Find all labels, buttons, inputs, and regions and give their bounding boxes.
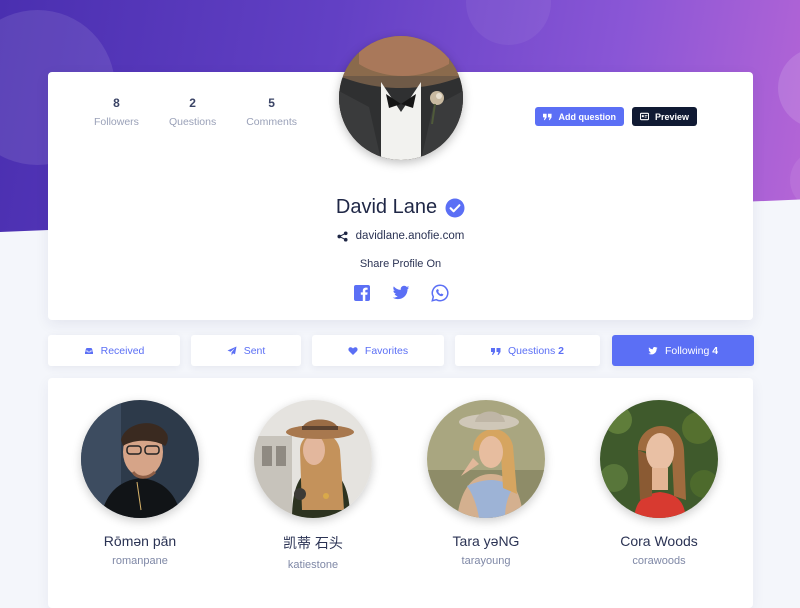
facebook-icon[interactable] — [353, 284, 371, 302]
stat-followers[interactable]: 8 Followers — [94, 96, 139, 128]
share-icon — [337, 230, 348, 242]
tab-count: 2 — [558, 344, 565, 357]
preview-label: Preview — [654, 111, 689, 122]
user-name[interactable]: Rōmən pān — [65, 533, 215, 549]
following-user-card[interactable]: Tara yəNG tarayoung — [411, 400, 561, 567]
stat-comments[interactable]: 5 Comments — [246, 96, 297, 128]
verified-badge-icon — [445, 198, 465, 217]
twitter-icon — [648, 346, 658, 354]
tab-questions[interactable]: Questions 2 — [455, 335, 600, 366]
user-photo — [254, 400, 372, 518]
user-handle: romanpane — [112, 555, 168, 567]
stat-label: Questions — [168, 116, 217, 128]
profile-url-row[interactable]: davidlane.anofie.com — [48, 230, 753, 242]
profile-name-row: David Lane — [48, 196, 753, 219]
stat-value: 8 — [113, 96, 120, 110]
profile-name: David Lane — [335, 196, 438, 218]
tab-label: Favorites — [364, 344, 409, 357]
avatar[interactable] — [81, 400, 199, 518]
profile-tabs: Received Sent Favorites Questions 2 Foll… — [48, 335, 754, 366]
inbox-icon — [84, 347, 93, 354]
share-profile-label: Share Profile On — [359, 258, 442, 270]
profile-actions: Add question Preview — [535, 107, 697, 126]
tab-label: Sent — [243, 344, 266, 357]
stat-label: Followers — [94, 116, 139, 128]
tab-favorites[interactable]: Favorites — [312, 335, 444, 366]
tab-received[interactable]: Received — [48, 335, 180, 366]
stat-value: 5 — [268, 96, 275, 110]
following-user-card[interactable]: 凯蒂 石头 katiestone — [238, 400, 388, 571]
stat-questions[interactable]: 2 Questions — [169, 96, 216, 128]
tab-sent[interactable]: Sent — [191, 335, 301, 366]
tab-label: Following — [664, 344, 710, 357]
quote-icon — [490, 347, 501, 355]
user-photo — [81, 400, 199, 518]
twitter-icon[interactable] — [392, 284, 410, 302]
tab-following[interactable]: Following 4 — [612, 335, 754, 366]
avatar[interactable] — [254, 400, 372, 518]
id-card-icon — [639, 112, 649, 121]
user-name[interactable]: 凯蒂 石头 — [238, 533, 388, 553]
following-user-card[interactable]: Rōmən pān romanpane — [65, 400, 215, 567]
tab-label: Received — [100, 344, 145, 357]
heart-icon — [348, 346, 358, 355]
user-photo — [427, 400, 545, 518]
add-question-label: Add question — [558, 111, 616, 122]
decorative-circle — [790, 150, 800, 210]
profile-avatar[interactable] — [339, 36, 463, 160]
user-handle: corawoods — [632, 555, 686, 567]
profile-photo — [339, 36, 463, 160]
whatsapp-icon[interactable] — [430, 284, 449, 302]
user-name[interactable]: Tara yəNG — [411, 533, 561, 549]
decorative-circle — [466, 0, 551, 45]
following-list: Rōmən pān romanpane 凯蒂 石头 katiestone Tar… — [48, 378, 753, 608]
stat-value: 2 — [189, 96, 196, 110]
quote-icon — [543, 113, 553, 121]
avatar[interactable] — [600, 400, 718, 518]
paper-plane-icon — [227, 346, 237, 355]
profile-stats: 8 Followers 2 Questions 5 Comments — [94, 96, 297, 128]
user-handle: tarayoung — [461, 555, 511, 567]
decorative-circle — [778, 48, 800, 128]
profile-url[interactable]: davidlane.anofie.com — [356, 230, 465, 242]
user-handle: katiestone — [287, 559, 339, 571]
add-question-button[interactable]: Add question — [535, 107, 624, 126]
share-buttons — [48, 284, 753, 302]
avatar[interactable] — [427, 400, 545, 518]
tab-label: Questions — [507, 344, 556, 357]
stat-label: Comments — [246, 116, 297, 128]
user-name[interactable]: Cora Woods — [584, 533, 734, 549]
tab-count: 4 — [712, 344, 719, 357]
preview-button[interactable]: Preview — [631, 107, 697, 126]
user-photo — [600, 400, 718, 518]
following-user-card[interactable]: Cora Woods corawoods — [584, 400, 734, 567]
